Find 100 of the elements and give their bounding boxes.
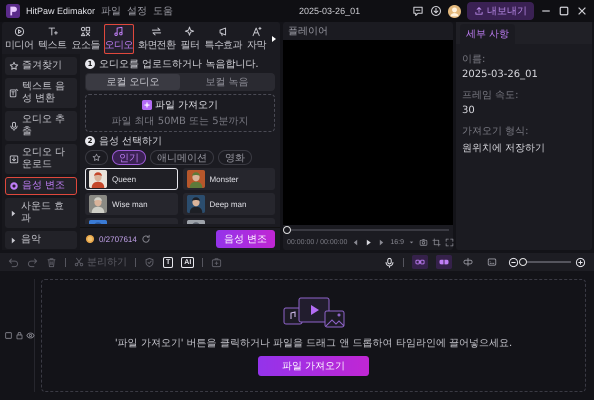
maximize-icon[interactable] bbox=[558, 5, 570, 17]
shapes-icon bbox=[80, 26, 92, 37]
project-name: 2025-03-26_01 bbox=[298, 6, 362, 16]
refresh-icon[interactable] bbox=[140, 234, 151, 244]
caption-icon bbox=[487, 257, 497, 267]
record-icon bbox=[9, 181, 19, 191]
triangle-icon bbox=[9, 208, 18, 218]
category-tab[interactable]: 특수효과 bbox=[203, 24, 244, 54]
upload-zone[interactable]: 파일 가져오기 파일 최대 50MB 또는 5분까지 bbox=[85, 94, 275, 132]
star-icon bbox=[9, 61, 19, 71]
field-label: 가져오기 형식: bbox=[462, 125, 530, 138]
document-icon bbox=[9, 88, 19, 98]
coin-icon bbox=[85, 234, 95, 244]
letter-icon bbox=[250, 26, 262, 37]
microphone-icon bbox=[9, 121, 19, 131]
sidebar-item[interactable]: 오디오 추출 bbox=[5, 111, 77, 141]
triangle-icon bbox=[9, 236, 18, 244]
step-title: 음성 선택하기 bbox=[99, 135, 162, 148]
link-icon bbox=[415, 257, 425, 267]
import-file-button[interactable]: 파일 가져오기 bbox=[258, 356, 370, 376]
timeline-drop-zone[interactable]: '파일 가져오기' 버튼을 클릭하거나 파일을 드래그 앤 드롭하여 타임라인에 끌어넣으세요. 파일 가져오기 bbox=[41, 279, 586, 392]
category-tab[interactable]: 요소들 bbox=[70, 24, 101, 54]
scissors-icon bbox=[74, 257, 84, 267]
voice-card[interactable]: Deep man bbox=[182, 193, 275, 215]
fullscreen-icon[interactable] bbox=[444, 238, 454, 247]
download-icon bbox=[9, 154, 19, 164]
upload-hint: 파일 최대 50MB 또는 5분까지 bbox=[111, 115, 249, 128]
menu-item[interactable]: 도움 bbox=[153, 4, 174, 18]
arrows-icon bbox=[151, 26, 162, 37]
category-tab[interactable]: 오디오 bbox=[104, 24, 134, 54]
split-icon bbox=[463, 257, 473, 267]
zoom-handle[interactable] bbox=[519, 258, 527, 266]
panel-title: 플레이어 bbox=[288, 25, 328, 38]
camera-icon[interactable] bbox=[418, 238, 428, 247]
mode-tab[interactable]: 보컬 녹음 bbox=[180, 74, 274, 90]
category-chip[interactable]: 영화 bbox=[218, 150, 252, 165]
microphone-icon[interactable] bbox=[384, 256, 395, 268]
sidebar-item[interactable]: 음악 bbox=[5, 231, 77, 249]
menu-item[interactable]: 파일 bbox=[101, 4, 122, 18]
media-import-drawing bbox=[282, 296, 346, 330]
plus-icon bbox=[142, 100, 152, 110]
toggle-icon bbox=[439, 257, 449, 267]
more-tabs-icon[interactable] bbox=[270, 35, 278, 43]
field-value: 30 bbox=[462, 105, 476, 116]
app-logo bbox=[6, 4, 20, 18]
zoom-out-icon[interactable] bbox=[508, 256, 519, 268]
caret-icon[interactable] bbox=[408, 239, 415, 246]
voice-card[interactable]: Monster bbox=[182, 168, 275, 190]
sidebar-item[interactable]: 오디오 다운로드 bbox=[5, 144, 77, 174]
import-hint: '파일 가져오기' 버튼을 클릭하거나 파일을 드래그 앤 드롭하여 타임라인에 끌어넣으세요. bbox=[114, 336, 512, 350]
menu-item[interactable]: 설정 bbox=[127, 4, 148, 18]
feedback-icon[interactable] bbox=[412, 5, 424, 17]
favorites-filter[interactable] bbox=[85, 150, 108, 165]
app-name: HitPaw Edimakor bbox=[26, 6, 96, 16]
voice-card[interactable]: Wise man bbox=[85, 193, 178, 215]
category-tab[interactable]: 자막 bbox=[246, 24, 267, 54]
megaphone-icon bbox=[218, 26, 229, 37]
sparkle-icon bbox=[184, 26, 196, 37]
export-button[interactable]: 내보내기 bbox=[467, 2, 534, 20]
category-chip[interactable]: 애니메이션 bbox=[150, 150, 214, 165]
track-icon[interactable] bbox=[4, 331, 12, 340]
star-icon bbox=[92, 153, 101, 162]
sidebar-item[interactable]: 사운드 효과 bbox=[5, 198, 77, 228]
sidebar-item[interactable]: 즐겨찾기 bbox=[5, 57, 77, 75]
crop-icon[interactable] bbox=[432, 238, 441, 247]
upload-icon bbox=[474, 6, 484, 16]
category-tab[interactable]: 화면전환 bbox=[136, 24, 177, 54]
play-icon bbox=[14, 26, 25, 37]
field-label: 프레임 속도: bbox=[462, 89, 520, 102]
field-value: 2025-03-26_01 bbox=[462, 69, 539, 80]
category-chip[interactable]: 인기 bbox=[112, 150, 146, 165]
credit-count: 0/2707614 bbox=[99, 234, 137, 244]
close-icon[interactable] bbox=[576, 5, 588, 17]
apply-voice-button[interactable]: 음성 변조 bbox=[216, 230, 275, 248]
voice-name: Queen bbox=[112, 174, 136, 184]
import-file-button[interactable]: 파일 가져오기 bbox=[142, 98, 218, 112]
music-note-icon bbox=[113, 26, 124, 37]
eye-icon[interactable] bbox=[26, 331, 34, 340]
details-tab[interactable]: 세부 사항 bbox=[460, 24, 516, 44]
download-icon[interactable] bbox=[430, 5, 442, 17]
mode-tab[interactable]: 로컬 오디오 bbox=[86, 74, 180, 90]
play-icon[interactable] bbox=[364, 238, 374, 247]
field-label: 이름: bbox=[462, 53, 486, 66]
avatar[interactable] bbox=[448, 4, 461, 18]
category-tab[interactable]: 미디어 bbox=[4, 24, 34, 54]
sidebar-item[interactable]: 텍스트 음성 변환 bbox=[5, 78, 77, 108]
voice-name: Deep man bbox=[210, 200, 246, 208]
step-title: 오디오를 업로드하거나 녹음합니다. bbox=[99, 58, 259, 71]
category-tab[interactable]: 필터 bbox=[180, 24, 200, 54]
category-tab[interactable]: 텍스트 bbox=[37, 24, 68, 54]
snap-toggle[interactable] bbox=[436, 255, 452, 269]
zoom-in-icon[interactable] bbox=[575, 256, 586, 268]
text-icon bbox=[46, 26, 58, 37]
link-toggle[interactable] bbox=[412, 255, 428, 269]
voice-name: Monster bbox=[210, 174, 238, 184]
sidebar-item[interactable]: 음성 변조 bbox=[5, 177, 77, 195]
lock-icon[interactable] bbox=[14, 331, 24, 340]
field-value: 원위치에 저장하기 bbox=[462, 142, 546, 155]
voice-card[interactable]: Queen bbox=[85, 168, 178, 190]
playhead-handle[interactable] bbox=[283, 226, 291, 234]
